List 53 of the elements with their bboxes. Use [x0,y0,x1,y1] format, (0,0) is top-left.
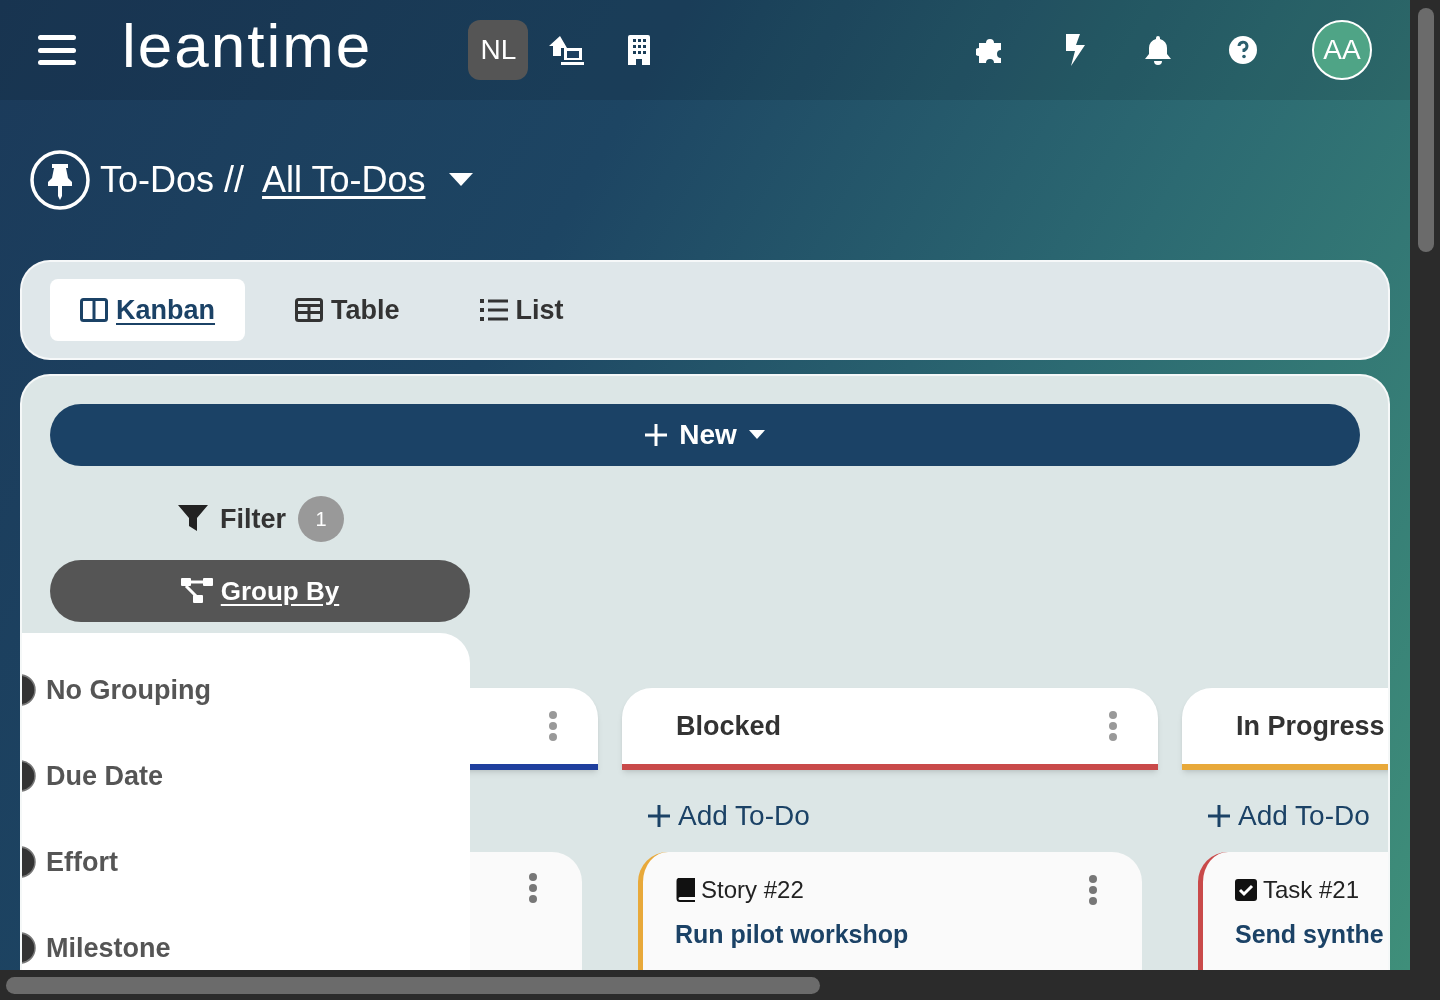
ticket-type: Story #22 [701,875,804,905]
more-options-icon[interactable] [1108,710,1118,742]
view-tab[interactable]: List [449,279,594,341]
help-icon[interactable] [1228,35,1258,65]
book-icon [675,878,695,902]
filter-icon[interactable] [178,505,208,533]
ticket-type: Task #21 [1263,875,1360,905]
new-button[interactable]: New [50,404,1360,466]
caret-icon [748,430,765,440]
grouping-option[interactable]: No Grouping [46,669,211,711]
breadcrumb-section: To-Dos // [100,153,245,207]
plus-icon [1208,805,1230,827]
project-badge[interactable]: NL [468,20,529,80]
more-options-icon[interactable] [548,710,558,742]
radio-icon[interactable] [22,674,36,706]
leantime-logo[interactable]: leantime [122,15,373,85]
view-tab[interactable]: Table [265,279,430,341]
more-options-icon[interactable] [528,872,538,904]
filter-count: 1 [298,496,344,542]
scrollbar-thumb[interactable] [6,977,820,994]
card-title[interactable]: Run pilot workshop [675,916,1098,954]
task-card[interactable]: Story #22 Run pilot workshop [638,852,1142,970]
grouping-option[interactable]: Due Date [46,755,164,797]
add-todo-button[interactable]: Add To-Do [1208,796,1388,836]
card-title[interactable]: Send synthe [1235,916,1388,954]
radio-icon[interactable] [22,932,36,964]
home-office-icon[interactable] [548,34,585,66]
grouping-option[interactable]: Milestone [46,927,171,969]
plus-icon [645,424,668,446]
list-icon [479,298,508,322]
pin-icon [30,150,90,210]
caret-icon[interactable] [449,173,474,187]
view-link[interactable]: All To-Dos [262,153,434,207]
checkbox-icon [1235,879,1257,901]
view-tab[interactable]: Kanban [50,279,245,341]
scrollbar-thumb[interactable] [1418,8,1434,252]
grouping-option[interactable]: Effort [46,841,118,883]
table-icon [295,298,323,322]
filter-button[interactable]: Filter [220,498,286,540]
radio-icon[interactable] [22,846,36,878]
hierarchy-icon [180,578,213,604]
plus-icon [648,805,670,827]
menu-button[interactable] [38,35,76,65]
building-icon[interactable] [628,35,651,65]
radio-icon[interactable] [22,760,36,792]
bell-icon[interactable] [1144,35,1172,65]
column-title: In Progress [1236,709,1385,743]
more-options-icon[interactable] [1088,874,1098,906]
columns-icon [80,298,108,322]
column-title: Blocked [676,709,782,743]
group-by-button[interactable]: Group By [50,560,470,622]
add-todo-button[interactable]: Add To-Do [648,796,1158,836]
task-card[interactable]: Task #21 Send synthe [1198,852,1388,970]
